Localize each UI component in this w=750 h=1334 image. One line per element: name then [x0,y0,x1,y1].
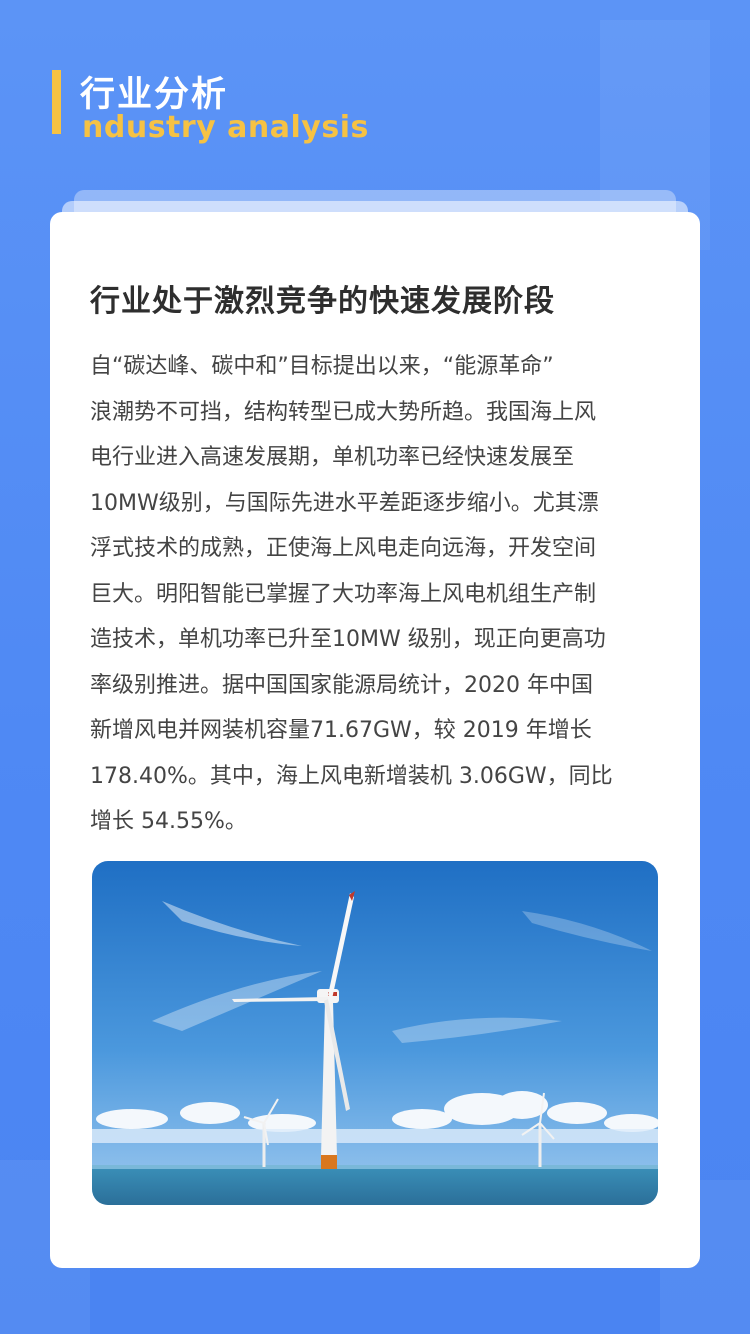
article-line: 电行业进入高速发展期，单机功率已经快速发展至 [90,445,575,470]
article-line: 新增风电并网装机容量71.67GW，较 2019 年增长 [90,718,592,743]
article-line: 浮式技术的成熟，正使海上风电走向远海，开发空间 [90,536,597,561]
article-line: 178.40%。其中，海上风电新增装机 3.06GW，同比 [90,763,613,789]
article-heading: 行业处于激烈竞争的快速发展阶段 [90,284,555,319]
section-subtitle: ndustry analysis [82,110,369,145]
title-accent-bar [52,70,61,134]
article-line: 增长 54.55%。 [90,809,247,834]
article-line: 造技术，单机功率已升至10MW 级别，现正向更高功 [90,627,606,652]
article-line: 巨大。明阳智能已掌握了大功率海上风电机组生产制 [90,581,597,607]
article-line: 自“碳达峰、碳中和”目标提出以来，“能源革命” [90,354,554,379]
article-line: 率级别推进。据中国国家能源局统计，2020 年中国 [90,672,593,698]
wind-turbine-photo [92,861,658,1205]
article-body: 自“碳达峰、碳中和”目标提出以来，“能源革命” 浪潮势不可挡，结构转型已成大势所… [90,344,665,845]
article-line: 浪潮势不可挡，结构转型已成大势所趋。我国海上风 [90,399,597,425]
article-line: 10MW级别，与国际先进水平差距逐步缩小。尤其漂 [90,490,599,516]
